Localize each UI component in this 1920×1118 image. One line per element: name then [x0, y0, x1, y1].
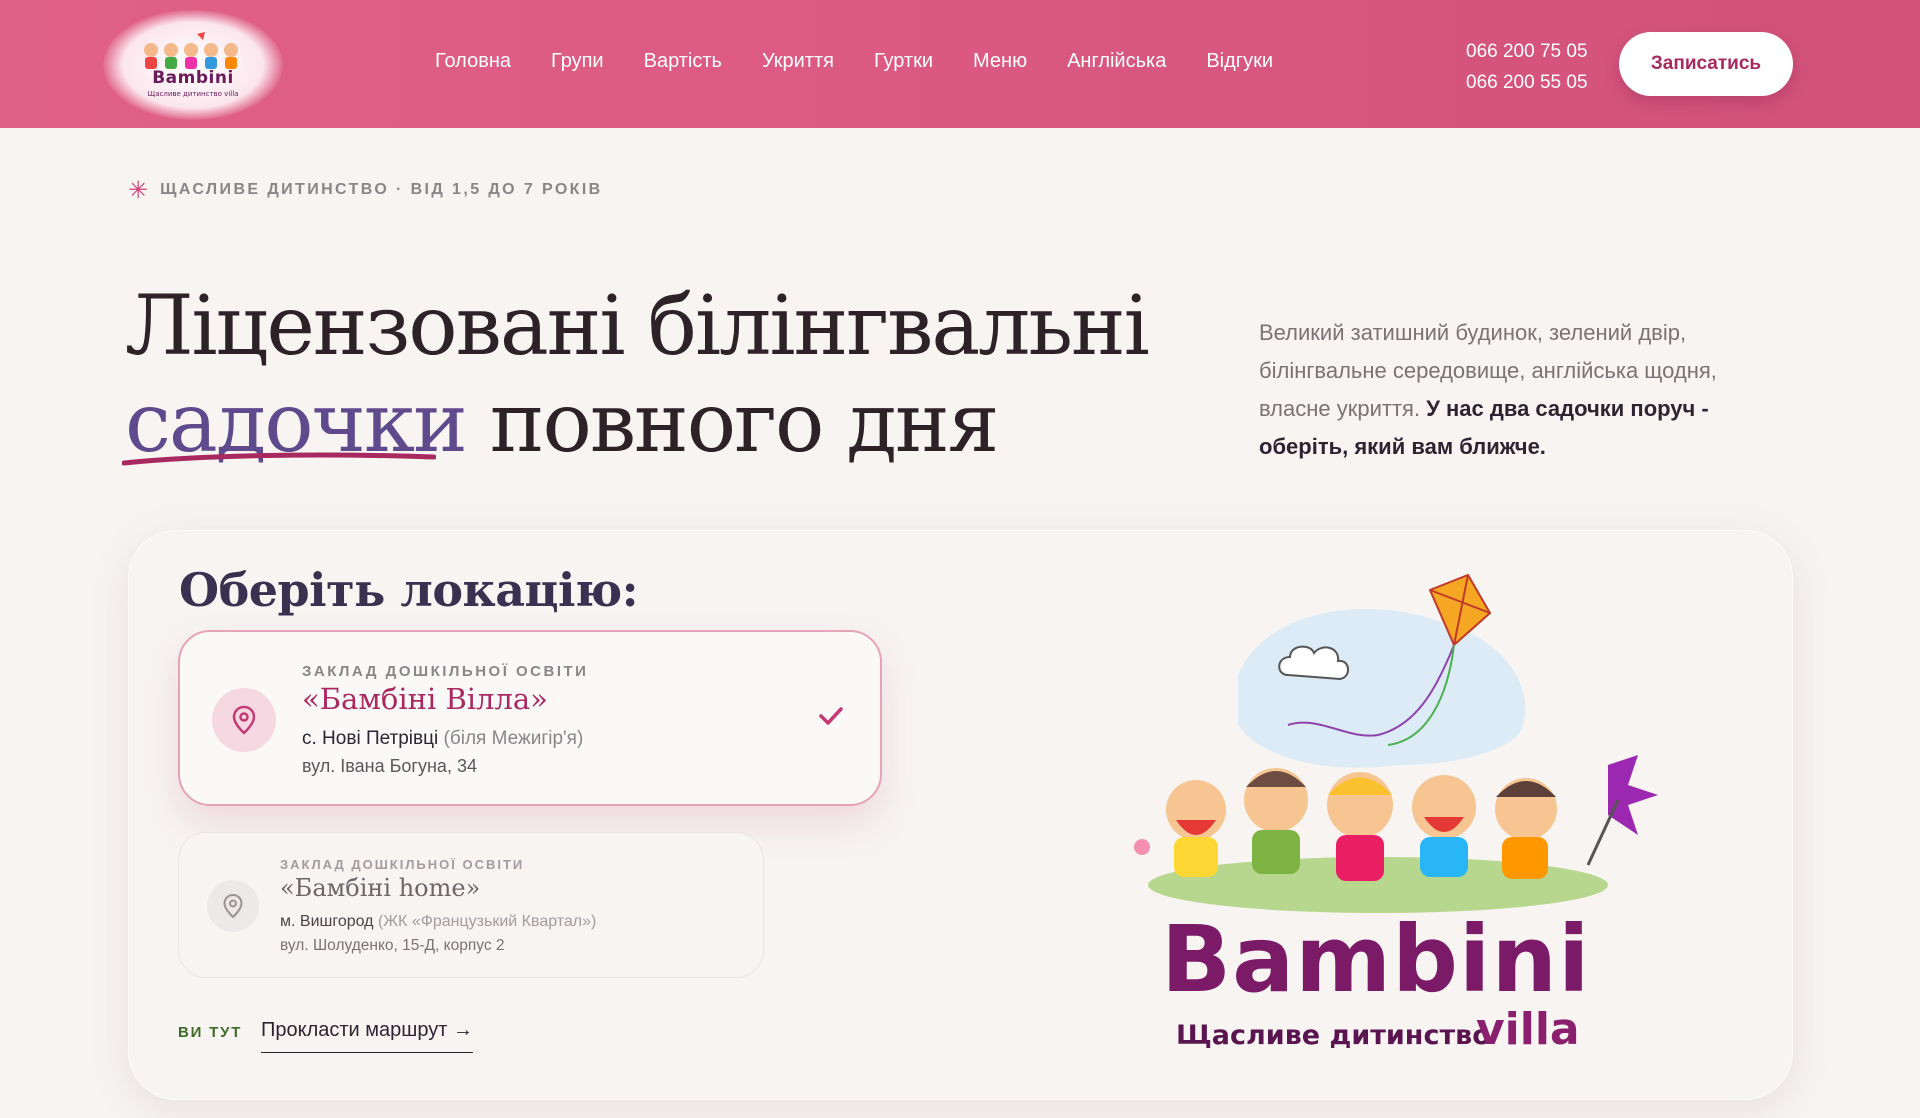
- illustration-suffix: villa: [1476, 1004, 1580, 1055]
- location-name: «Бамбіні Вілла»: [302, 682, 548, 716]
- location-option-home[interactable]: ЗАКЛАД ДОШКІЛЬНОЇ ОСВІТИ «Бамбіні home» …: [178, 832, 764, 978]
- location-address: с. Нові Петрівці (біля Межигір'я): [302, 728, 583, 750]
- hero-title-rest: повного дня: [465, 376, 999, 471]
- nav-item-shelter[interactable]: Укриття: [762, 50, 834, 73]
- phone-numbers: 066 200 75 05 066 200 55 05: [1466, 36, 1588, 98]
- hero-title-line1: Ліцензовані білінгвальні: [125, 279, 1150, 374]
- location-address: м. Вишгород (ЖК «Французький Квартал»): [280, 913, 596, 931]
- nav-item-groups[interactable]: Групи: [551, 50, 604, 73]
- nav-item-reviews[interactable]: Відгуки: [1206, 50, 1273, 73]
- accent-underline-icon: [122, 452, 436, 466]
- nav-item-pricing[interactable]: Вартість: [644, 50, 722, 73]
- nav-item-menu[interactable]: Меню: [973, 50, 1027, 73]
- map-pin-icon: [212, 688, 276, 752]
- location-name: «Бамбіні home»: [280, 874, 481, 902]
- location-kind: ЗАКЛАД ДОШКІЛЬНОЇ ОСВІТИ: [280, 857, 525, 872]
- location-city: с. Нові Петрівці: [302, 728, 439, 749]
- nav-item-home[interactable]: Головна: [435, 50, 511, 73]
- location-street: вул. Івана Богуна, 34: [302, 756, 477, 776]
- kids-illustration-icon: [144, 32, 238, 69]
- you-are-here-label: ВИ ТУТ: [178, 1024, 243, 1041]
- signup-button[interactable]: Записатись: [1619, 32, 1793, 96]
- location-kind: ЗАКЛАД ДОШКІЛЬНОЇ ОСВІТИ: [302, 663, 589, 680]
- hero-title: Ліцензовані білінгвальні садочки повного…: [125, 278, 1150, 472]
- check-icon: [819, 707, 843, 725]
- illustration-brand: Bambini: [1161, 906, 1591, 1013]
- phone-link-1[interactable]: 066 200 75 05: [1466, 36, 1588, 67]
- asterisk-icon: ✳: [128, 176, 149, 204]
- site-header: Bambini Щасливе дитинство villa Головна …: [0, 0, 1920, 128]
- logo-tagline: Щасливе дитинство villa: [147, 90, 239, 98]
- location-option-villa[interactable]: ЗАКЛАД ДОШКІЛЬНОЇ ОСВІТИ «Бамбіні Вілла»…: [178, 630, 882, 806]
- phone-link-2[interactable]: 066 200 55 05: [1466, 67, 1588, 98]
- map-pin-icon: [207, 880, 259, 932]
- location-title: Оберіть локацію:: [179, 563, 639, 617]
- route-link[interactable]: Прокласти маршрут →: [261, 1019, 473, 1053]
- site-logo[interactable]: Bambini Щасливе дитинство villa: [103, 10, 283, 120]
- location-note: (ЖК «Французький Квартал»): [377, 913, 597, 930]
- location-city: м. Вишгород: [280, 913, 374, 930]
- logo-brand: Bambini: [152, 68, 234, 88]
- location-street: вул. Шолуденко, 15-Д, корпус 2: [280, 937, 505, 954]
- nav-item-english[interactable]: Англійська: [1067, 50, 1166, 73]
- hero-eyebrow: ✳ ЩАСЛИВЕ ДИТИНСТВО · ВІД 1,5 ДО 7 РОКІВ: [128, 178, 603, 202]
- main-nav: Головна Групи Вартість Укриття Гуртки Ме…: [435, 50, 1313, 73]
- location-note: (біля Межигір'я): [443, 728, 584, 749]
- nav-item-clubs[interactable]: Гуртки: [874, 50, 933, 73]
- eyebrow-text: ЩАСЛИВЕ ДИТИНСТВО · ВІД 1,5 ДО 7 РОКІВ: [160, 181, 603, 198]
- illustration-subtitle: Щасливе дитинство: [1176, 1020, 1491, 1051]
- hero-lead: Великий затишний будинок, зелений двір, …: [1259, 314, 1779, 466]
